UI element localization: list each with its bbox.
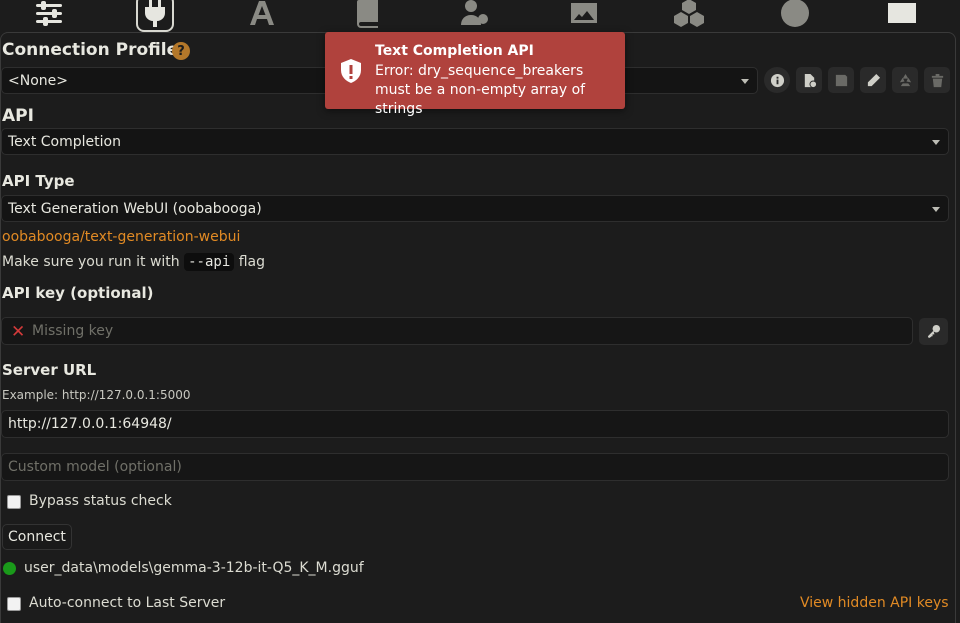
trash-icon (931, 73, 943, 87)
oobabooga-repo-link[interactable]: oobabooga/text-generation-webui (2, 229, 240, 245)
api-type-value: Text Generation WebUI (oobabooga) (8, 200, 262, 217)
api-flag-hint: Make sure you run it with --api flag (2, 253, 266, 271)
view-hidden-api-keys-link[interactable]: View hidden API keys (800, 595, 949, 611)
manage-keys-button[interactable] (919, 318, 948, 345)
status-indicator (3, 562, 16, 575)
auto-connect-checkbox[interactable] (7, 597, 21, 611)
custom-model-input[interactable]: Custom model (optional) (1, 453, 949, 481)
save-profile-button[interactable] (828, 67, 854, 93)
info-button[interactable] (764, 67, 790, 93)
connection-profile-value: <None> (8, 72, 68, 89)
help-icon[interactable]: ? (172, 42, 190, 60)
pencil-icon (867, 73, 880, 86)
chevron-down-icon (932, 206, 940, 212)
chevron-down-icon (741, 78, 749, 84)
chevron-down-icon (932, 139, 940, 145)
server-url-input[interactable]: http://127.0.0.1:64948/ (1, 410, 949, 438)
api-label: API (2, 106, 34, 126)
server-url-example: Example: http://127.0.0.1:5000 (2, 388, 191, 402)
api-select-value: Text Completion (8, 133, 121, 150)
api-type-label: API Type (2, 172, 75, 190)
api-flag-hint-prefix: Make sure you run it with (2, 254, 180, 270)
key-icon (927, 324, 941, 339)
api-key-placeholder: Missing key (32, 323, 114, 339)
recycle-icon (899, 73, 911, 86)
book-globe-icon[interactable] (349, 0, 387, 32)
api-type-select[interactable]: Text Generation WebUI (oobabooga) (1, 195, 949, 222)
id-card-icon[interactable] (883, 0, 921, 32)
auto-connect-label: Auto-connect to Last Server (29, 595, 226, 611)
save-icon (835, 74, 847, 86)
error-toast[interactable]: Text Completion API Error: dry_sequence_… (325, 32, 625, 117)
reload-profile-button[interactable] (892, 67, 918, 93)
toast-message: Error: dry_sequence_breakers must be a n… (375, 63, 586, 117)
top-nav-bar (0, 0, 960, 32)
file-plus-icon (804, 73, 817, 88)
server-url-label: Server URL (2, 361, 97, 379)
rename-profile-button[interactable] (860, 67, 886, 93)
shield-alert-icon (341, 59, 361, 83)
font-icon[interactable] (243, 0, 281, 32)
smile-icon[interactable] (776, 0, 814, 32)
bypass-status-checkbox[interactable] (7, 495, 21, 509)
connection-profile-title: Connection Profile (2, 40, 179, 60)
api-flag-hint-suffix: flag (238, 254, 266, 270)
close-icon: ✕ (11, 322, 26, 342)
connect-button[interactable]: Connect (2, 524, 72, 550)
new-profile-button[interactable] (796, 67, 822, 93)
api-key-label: API key (optional) (2, 284, 154, 302)
custom-model-placeholder: Custom model (optional) (8, 459, 182, 475)
plug-icon[interactable] (136, 0, 174, 32)
api-key-input[interactable]: ✕ Missing key (1, 317, 913, 345)
api-select[interactable]: Text Completion (1, 128, 949, 155)
toast-title: Text Completion API (375, 43, 534, 59)
bypass-status-label: Bypass status check (29, 493, 172, 509)
user-gear-icon[interactable] (456, 0, 494, 32)
info-icon (770, 73, 784, 87)
image-icon[interactable] (565, 0, 603, 32)
connected-model-text: user_data\models\gemma-3-12b-it-Q5_K_M.g… (24, 560, 364, 576)
api-flag-code: --api (184, 253, 235, 271)
cubes-icon[interactable] (670, 0, 708, 32)
sliders-icon[interactable] (30, 0, 68, 32)
delete-profile-button[interactable] (924, 67, 950, 93)
